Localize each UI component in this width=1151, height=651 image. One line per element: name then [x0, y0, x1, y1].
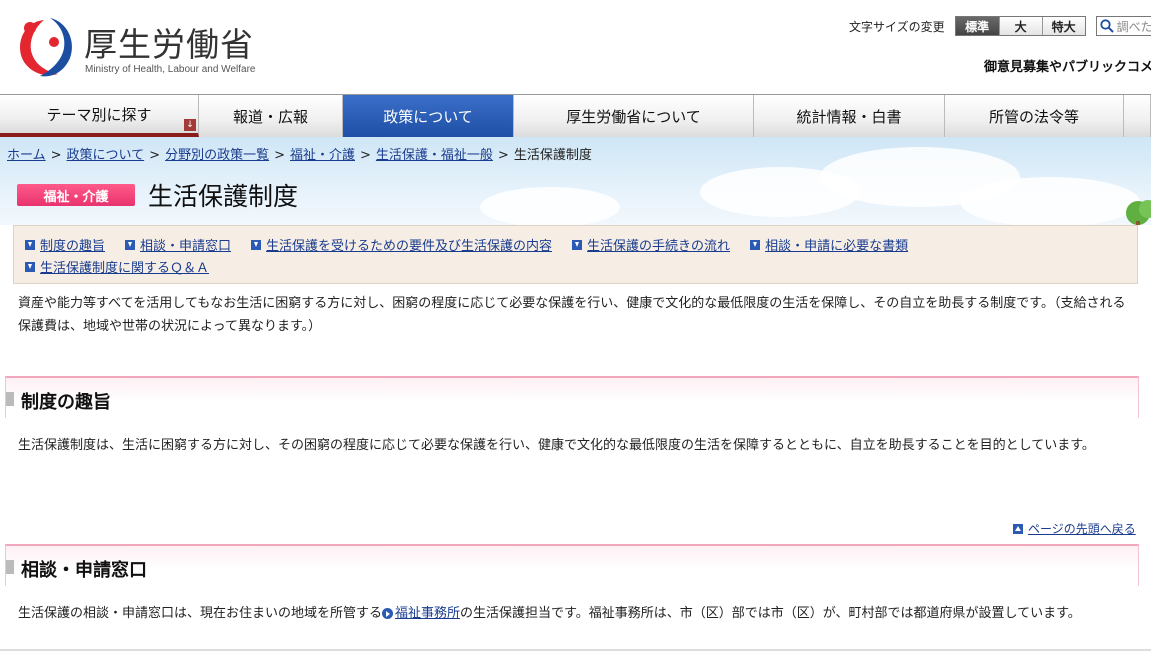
search-input[interactable]: 調べた [1095, 16, 1151, 36]
in-page-links: 制度の趣旨 相談・申請窓口 生活保護を受けるための要件及び生活保護の内容 生活保… [13, 225, 1138, 284]
gnav-label: テーマ別に探す [46, 105, 152, 124]
search-placeholder: 調べた [1116, 19, 1151, 34]
dropdown-arrow-icon: ↓ [184, 119, 196, 131]
global-nav: テーマ別に探す ↓ 報道・広報 政策について 厚生労働省について 統計情報・白書… [0, 94, 1151, 137]
gnav-item-policy[interactable]: 政策について [343, 95, 514, 137]
arrow-down-icon [125, 239, 136, 250]
site-header: 厚生労働省 Ministry of Health, Labour and Wel… [0, 0, 1151, 94]
anchor-link-purpose[interactable]: 制度の趣旨 [25, 235, 105, 254]
anchor-link-documents[interactable]: 相談・申請に必要な書類 [750, 235, 908, 254]
section-heading-text: 相談・申請窓口 [21, 560, 147, 581]
breadcrumb-separator: > [274, 148, 285, 163]
font-size-large-button[interactable]: 大 [998, 17, 1042, 35]
anchor-label: 制度の趣旨 [40, 239, 106, 254]
body-text: 生活保護の相談・申請窓口は、現在お住まいの地域を所管する [18, 606, 383, 621]
breadcrumb-policy-list[interactable]: 分野別の政策一覧 [165, 148, 269, 163]
arrow-down-icon [572, 239, 583, 250]
arrow-down-icon [251, 239, 262, 250]
back-to-top-label: ページの先頭へ戻る [1028, 522, 1136, 536]
anchor-label: 生活保護制度に関するＱ＆Ａ [40, 261, 210, 276]
anchor-row: 生活保護制度に関するＱ＆Ａ [25, 257, 229, 276]
body-text: の生活保護担当です。福祉事務所は、市（区）部では市（区）が、町村部では都道府県が… [460, 606, 1081, 621]
anchor-link-consultation[interactable]: 相談・申請窓口 [125, 235, 231, 254]
breadcrumb-separator: > [149, 148, 161, 163]
breadcrumb-home[interactable]: ホーム [7, 148, 46, 163]
gnav-item-statistics[interactable]: 統計情報・白書 [754, 95, 945, 137]
breadcrumb-separator: > [360, 148, 371, 163]
gnav-item-about[interactable]: 厚生労働省について [514, 95, 754, 137]
section-body-consultation: 生活保護の相談・申請窓口は、現在お住まいの地域を所管する 福祉事務所の生活保護担当… [18, 602, 1138, 625]
section-heading-consultation: 相談・申請窓口 [5, 544, 1139, 586]
font-size-standard-button[interactable]: 標準 [955, 17, 999, 35]
gnav-label: 報道・広報 [232, 107, 308, 126]
back-to-top-link[interactable]: ページの先頭へ戻る [1013, 520, 1136, 537]
gnav-label: 厚生労働省について [566, 107, 701, 126]
category-badge: 福祉・介護 [17, 184, 135, 206]
cloud-decoration [480, 187, 620, 225]
heading-marker [6, 560, 14, 574]
breadcrumb-welfare[interactable]: 福祉・介護 [290, 148, 355, 163]
arrow-up-icon [1013, 523, 1023, 534]
anchor-link-requirements[interactable]: 生活保護を受けるための要件及び生活保護の内容 [251, 235, 552, 254]
font-size-xlarge-button[interactable]: 特大 [1041, 17, 1085, 35]
search-icon [1100, 19, 1114, 33]
arrow-down-icon [750, 239, 761, 250]
title-band: ホーム > 政策について > 分野別の政策一覧 > 福祉・介護 > 生活保護・福祉一般 > 生活保護… [0, 137, 1151, 225]
anchor-row: 制度の趣旨 相談・申請窓口 生活保護を受けるための要件及び生活保護の内容 生活保… [25, 235, 928, 254]
breadcrumb: ホーム > 政策について > 分野別の政策一覧 > 福祉・介護 > 生活保護・福祉一般 > 生活保護… [7, 144, 592, 163]
mhlw-logo-icon [20, 18, 72, 77]
site-logo[interactable]: 厚生労働省 Ministry of Health, Labour and Wel… [14, 12, 274, 82]
page-title: 生活保護制度 [148, 182, 299, 211]
breadcrumb-current: 生活保護制度 [513, 148, 592, 163]
section-heading-purpose: 制度の趣旨 [5, 376, 1139, 418]
anchor-label: 生活保護の手続きの流れ [587, 239, 731, 254]
breadcrumb-separator: > [497, 148, 509, 163]
logo-title: 厚生労働省 [84, 25, 254, 64]
gnav-label: 政策について [383, 107, 473, 126]
tree-decoration-icon [1126, 200, 1151, 225]
font-size-label: 文字サイズの変更 [849, 19, 945, 34]
section-heading-text: 制度の趣旨 [21, 392, 111, 413]
gnav-label: 所管の法令等 [988, 107, 1079, 126]
anchor-label: 相談・申請窓口 [140, 239, 232, 254]
link-arrow-icon [382, 608, 394, 619]
anchor-label: 生活保護を受けるための要件及び生活保護の内容 [266, 239, 553, 254]
arrow-down-icon [25, 239, 35, 250]
public-comment-link[interactable]: 御意見募集やパブリックコメ [984, 56, 1151, 75]
anchor-link-qa[interactable]: 生活保護制度に関するＱ＆Ａ [25, 257, 209, 276]
gnav-item-more[interactable] [1124, 95, 1151, 137]
breadcrumb-policy[interactable]: 政策について [67, 148, 145, 163]
gnav-label: 統計情報・白書 [796, 107, 902, 126]
gnav-item-press[interactable]: 報道・広報 [199, 95, 343, 137]
font-size-buttons: 標準 大 特大 [954, 16, 1086, 36]
intro-text: 資産や能力等すべてを活用してもなお生活に困窮する方に対し、困窮の程度に応じて必要… [18, 296, 1126, 334]
section-body-purpose: 生活保護制度は、生活に困窮する方に対し、その困窮の程度に応じて必要な保護を行い、… [18, 438, 1095, 453]
gnav-item-laws[interactable]: 所管の法令等 [945, 95, 1124, 137]
heading-marker [6, 392, 14, 406]
font-size-switcher: 文字サイズの変更 標準 大 特大 調べた [849, 16, 1151, 36]
anchor-label: 相談・申請に必要な書類 [765, 239, 909, 254]
anchor-link-procedure[interactable]: 生活保護の手続きの流れ [572, 235, 730, 254]
welfare-office-link[interactable]: 福祉事務所 [395, 606, 460, 621]
arrow-down-icon [25, 261, 35, 272]
cloud-decoration [960, 177, 1140, 225]
breadcrumb-separator: > [50, 148, 62, 163]
logo-subtitle: Ministry of Health, Labour and Welfare [85, 64, 256, 75]
breadcrumb-livelihood[interactable]: 生活保護・福祉一般 [376, 148, 493, 163]
gnav-item-themes[interactable]: テーマ別に探す ↓ [0, 95, 199, 137]
